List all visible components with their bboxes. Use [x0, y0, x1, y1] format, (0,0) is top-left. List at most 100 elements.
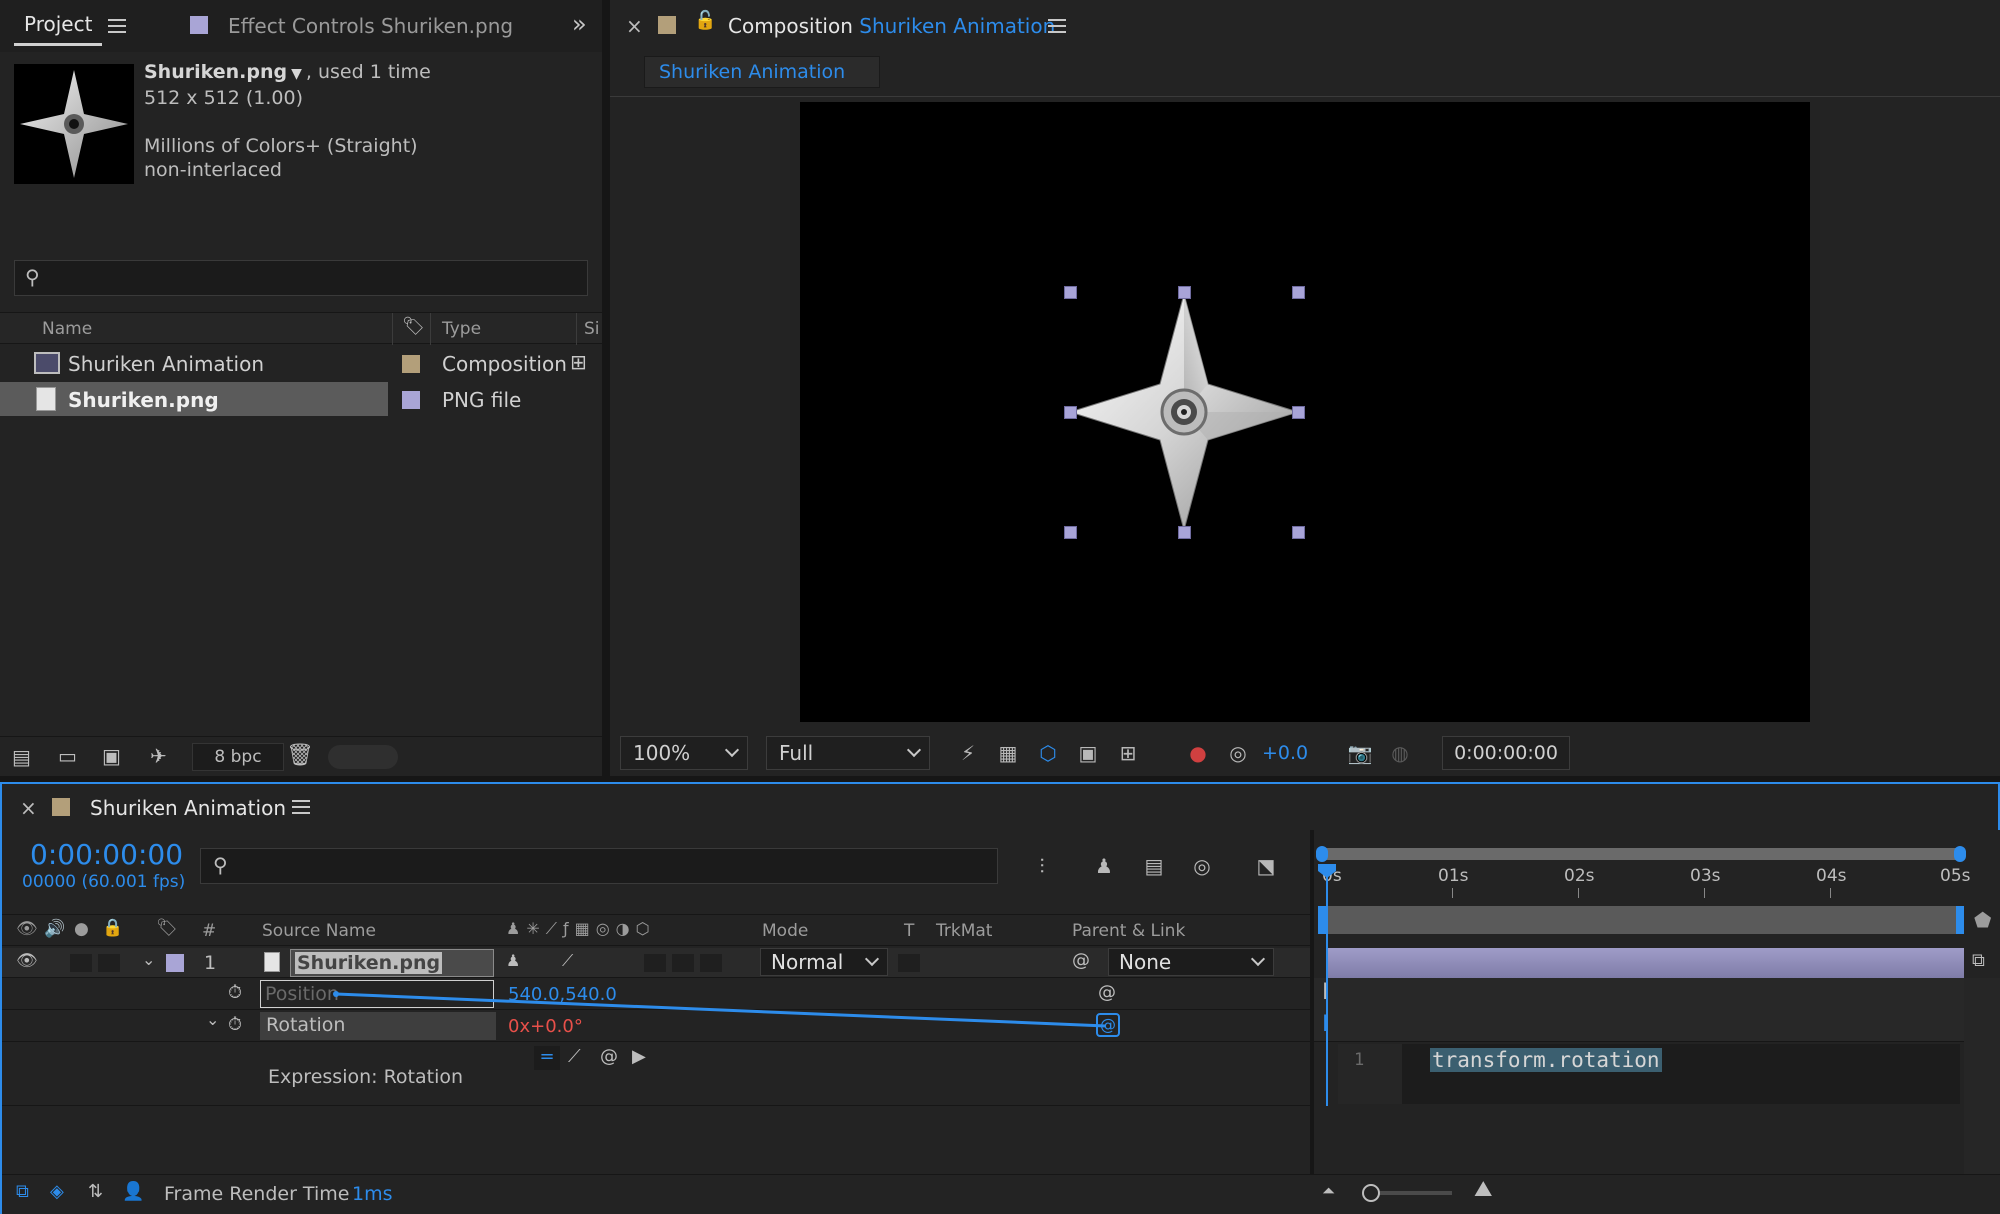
layer-duration-bar[interactable]	[1328, 948, 1964, 978]
region-of-interest-icon[interactable]: ▣	[1074, 739, 1102, 767]
expression-pick-whip-icon[interactable]: @	[600, 1046, 618, 1067]
motion-blur-icon[interactable]: ◎	[1188, 852, 1216, 880]
column-name[interactable]: Name	[42, 319, 92, 339]
lock-icon[interactable]: 🔓	[694, 10, 716, 31]
expression-line-number: 1	[1354, 1050, 1365, 1070]
new-composition-icon[interactable]: ▣	[102, 744, 121, 768]
close-icon[interactable]: ×	[626, 14, 643, 38]
expression-code[interactable]: transform.rotation	[1430, 1048, 1662, 1072]
panel-divider[interactable]	[602, 0, 610, 776]
in-out-toggle-icon[interactable]: ⇅	[88, 1181, 103, 1202]
layer-switches-toggle-icon[interactable]: ⧉	[16, 1181, 29, 1202]
timeline-column-headers: 👁 🔊 ● 🔒 🏷 # Source Name ♟✳⟋ƒ▦◎◑⬡ Mode T …	[2, 914, 1310, 946]
tab-effect-controls[interactable]: Effect Controls Shuriken.png	[228, 14, 513, 38]
current-time[interactable]: 0:00:00:00	[30, 838, 183, 871]
expression-graph-icon[interactable]: ⟋	[568, 1046, 581, 1067]
list-item[interactable]: Shuriken.png PNG file	[0, 382, 566, 418]
transform-handle[interactable]	[1064, 526, 1077, 539]
audio-toggle-icon[interactable]: 🔊	[44, 919, 65, 939]
eye-icon[interactable]: 👁	[16, 951, 38, 971]
shuriken-thumbnail-image	[20, 70, 128, 178]
viewer-timecode[interactable]: 0:00:00:00	[1442, 736, 1570, 770]
transform-handle[interactable]	[1292, 286, 1305, 299]
frame-blending-icon[interactable]: ▤	[1140, 852, 1168, 880]
comp-flowchart-icon[interactable]: ⫶	[1028, 852, 1056, 880]
solo-icon[interactable]: ●	[74, 919, 89, 939]
chevron-down-icon	[864, 951, 880, 967]
tab-timeline[interactable]: Shuriken Animation	[90, 796, 286, 820]
ruler-label: 05s	[1940, 866, 1971, 886]
interpret-footage-icon[interactable]: ▤	[12, 745, 31, 769]
expression-language-menu-icon[interactable]: ▶	[632, 1046, 646, 1067]
timeline-scrollbar[interactable]	[1964, 978, 2000, 1174]
zoom-out-icon[interactable]: ⏶	[1322, 1181, 1335, 1201]
tab-project[interactable]: Project	[14, 12, 103, 46]
fast-previews-icon[interactable]: ⚡	[954, 739, 982, 767]
label-tag-icon[interactable]: 🏷	[156, 918, 178, 938]
shy-layers-icon[interactable]: ♟	[1090, 852, 1118, 880]
zoom-select[interactable]: 100%	[620, 736, 748, 770]
transform-handle[interactable]	[1292, 406, 1305, 419]
label-tag-icon[interactable]: 🏷	[402, 316, 425, 337]
pick-whip-icon[interactable]: @	[1072, 950, 1090, 971]
time-navigator[interactable]	[1316, 846, 1966, 862]
mask-visibility-icon[interactable]: ⬡	[1034, 739, 1062, 767]
twirl-down-icon[interactable]: ⌄	[142, 950, 155, 969]
timeline-search-input[interactable]: ⚲	[200, 848, 998, 884]
new-folder-icon[interactable]: ▭	[58, 744, 77, 768]
lock-icon[interactable]: 🔒	[102, 918, 123, 938]
search-icon: ⚲	[25, 265, 40, 289]
work-area-bar[interactable]	[1318, 906, 1964, 934]
resolution-select[interactable]: Full	[766, 736, 930, 770]
render-time-toggle-icon[interactable]: 👤	[122, 1181, 144, 1202]
time-zoom-slider[interactable]	[1362, 1184, 1452, 1202]
panel-overflow-icon[interactable]: »	[572, 10, 587, 38]
layer-end-icon[interactable]: ⧉	[1972, 950, 1985, 971]
show-snapshot-icon[interactable]: ◍	[1386, 739, 1414, 767]
video-toggle-icon[interactable]: 👁	[16, 919, 38, 939]
column-size[interactable]: Si	[584, 319, 600, 339]
column-type[interactable]: Type	[442, 319, 481, 339]
guides-icon[interactable]: ⊞	[1114, 739, 1142, 767]
comp-marker-icon[interactable]: ⬟	[1974, 908, 1991, 932]
list-item[interactable]: Shuriken Animation Composition ⊞	[0, 346, 587, 382]
project-scrollbar[interactable]	[328, 745, 398, 769]
adjust-project-settings-icon[interactable]: ✈	[150, 744, 167, 768]
transform-handle[interactable]	[1178, 286, 1191, 299]
reset-exposure-icon[interactable]: ◎	[1224, 739, 1252, 767]
tab-composition[interactable]: Composition Shuriken Animation	[728, 14, 1055, 38]
shy-switch-icon[interactable]: ♟	[506, 951, 520, 970]
delete-icon[interactable]: 🗑	[286, 743, 314, 768]
pick-whip-line	[333, 991, 1107, 1028]
transform-handle[interactable]	[1292, 526, 1305, 539]
transform-handle[interactable]	[1064, 406, 1077, 419]
png-file-icon	[264, 952, 280, 972]
channel-icon[interactable]: ●	[1184, 739, 1212, 767]
transform-handle[interactable]	[1064, 286, 1077, 299]
expression-enable-icon[interactable]: =	[534, 1046, 560, 1070]
column-source-name[interactable]: Source Name	[262, 921, 376, 941]
asset-info: Shuriken.png ▼, used 1 time 512 x 512 (1.…	[144, 60, 431, 182]
composition-viewer[interactable]	[800, 102, 1810, 722]
snapshot-icon[interactable]: 📷	[1346, 739, 1374, 767]
composition-menu-icon[interactable]	[1048, 19, 1066, 33]
bpc-button[interactable]: 8 bpc	[192, 743, 284, 771]
exposure-value[interactable]: +0.0	[1262, 742, 1308, 764]
project-search-input[interactable]: ⚲	[14, 260, 588, 296]
timeline-menu-icon[interactable]	[292, 800, 310, 814]
time-ruler[interactable]: 0s 01s 02s 03s 04s 05s	[1314, 864, 1994, 898]
composition-breadcrumb[interactable]: Shuriken Animation	[644, 56, 880, 88]
expression-editor[interactable]: 1 transform.rotation	[1338, 1044, 1960, 1104]
asset-dropdown-icon[interactable]: ▼	[291, 66, 302, 82]
zoom-in-icon[interactable]: ⛰	[1474, 1177, 1492, 1202]
transparency-grid-icon[interactable]: ▦	[994, 739, 1022, 767]
asset-colors: Millions of Colors+ (Straight)	[144, 135, 418, 157]
close-icon[interactable]: ×	[20, 796, 37, 820]
modes-toggle-icon[interactable]: ◈	[50, 1181, 64, 1202]
quality-switch-icon[interactable]: ⟋	[562, 951, 573, 971]
shuriken-layer-image[interactable]	[800, 102, 1810, 722]
flowchart-icon[interactable]: ⊞	[570, 350, 587, 374]
transform-handle[interactable]	[1178, 526, 1191, 539]
project-menu-icon[interactable]	[108, 19, 126, 33]
graph-editor-icon[interactable]: ⬔	[1252, 852, 1280, 880]
